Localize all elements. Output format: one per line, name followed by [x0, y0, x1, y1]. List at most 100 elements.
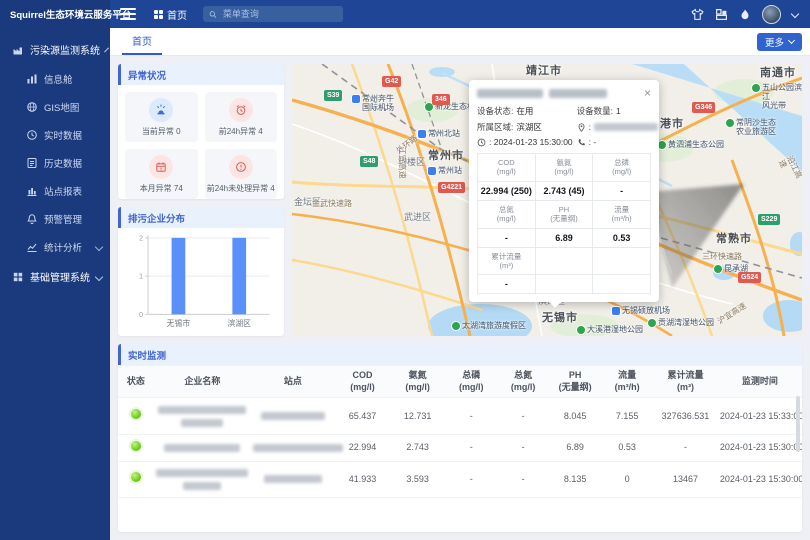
- sidebar-item[interactable]: 历史数据: [0, 149, 110, 177]
- sidebar-item[interactable]: 站点报表: [0, 177, 110, 205]
- sidebar-item[interactable]: 实时数据: [0, 121, 110, 149]
- station-cell: [251, 434, 335, 461]
- tab-bar: 首页 更多: [110, 28, 810, 56]
- popup-metric-header: COD(mg/l): [478, 154, 536, 182]
- factory-icon: [12, 44, 24, 56]
- hamburger-menu-icon[interactable]: [120, 8, 136, 20]
- column-header: COD(mg/l): [335, 366, 390, 398]
- column-header: 氨氮(mg/l): [390, 366, 445, 398]
- value-cell: 6.89: [549, 434, 601, 461]
- siren-icon: [149, 98, 173, 122]
- alert-icon: [26, 213, 38, 225]
- sidebar-item[interactable]: 信息舱: [0, 65, 110, 93]
- sidebar-item[interactable]: 预警管理: [0, 205, 110, 233]
- sidebar-item-label: 历史数据: [44, 156, 82, 170]
- column-header: 流量(m³/h): [601, 366, 653, 398]
- table-row[interactable]: 41.9333.593--8.1350134672024-01-23 15:30…: [118, 461, 802, 497]
- popup-metric-header: [593, 248, 651, 276]
- warning-circle-icon: [229, 155, 253, 179]
- globe-icon: [26, 101, 38, 113]
- home-grid-icon: [154, 10, 163, 19]
- chevron-up-icon: [104, 47, 109, 52]
- device-location: :: [577, 121, 658, 133]
- sidebar-item[interactable]: GIS地图: [0, 93, 110, 121]
- stat-card[interactable]: 本月异常 74: [125, 149, 198, 199]
- close-icon[interactable]: ×: [644, 87, 651, 99]
- user-avatar[interactable]: [762, 5, 781, 24]
- more-button[interactable]: 更多: [757, 33, 802, 51]
- stat-card-label: 前24h未处理异常 4: [207, 183, 275, 194]
- sidebar-item-label: GIS地图: [44, 100, 79, 114]
- value-cell: 12.731: [390, 398, 445, 434]
- popup-metric-value: 6.89: [536, 229, 594, 248]
- stat-card[interactable]: 当前异常 0: [125, 92, 198, 142]
- svg-text:2: 2: [139, 233, 143, 242]
- value-cell: 0.53: [601, 434, 653, 461]
- status-cell: [118, 434, 154, 461]
- tab-home[interactable]: 首页: [122, 28, 162, 55]
- panel-title-abnormal: 异常状况: [118, 64, 284, 85]
- status-ok-dot: [131, 409, 141, 419]
- column-header: 监测时间: [718, 366, 802, 398]
- bar-chart: 012无锡市滨湖区: [118, 228, 284, 336]
- value-cell: 8.045: [549, 398, 601, 434]
- value-cell: 65.437: [335, 398, 390, 434]
- popup-title-redacted: ×: [477, 87, 651, 99]
- sidebar-group[interactable]: 基础管理系统: [0, 261, 110, 292]
- stat-card[interactable]: 前24h异常 4: [205, 92, 278, 142]
- topbar-icons: [691, 5, 810, 24]
- calendar-alert-icon: [155, 161, 167, 173]
- value-cell: -: [445, 434, 497, 461]
- value-cell: 2.743: [390, 434, 445, 461]
- status-ok-dot: [131, 472, 141, 482]
- table-row[interactable]: 65.43712.731--8.0457.155327636.5312024-0…: [118, 398, 802, 434]
- menu-search-input[interactable]: [221, 8, 337, 20]
- alarm-clock-icon: [229, 98, 253, 122]
- sidebar-item-label: 实时数据: [44, 128, 82, 142]
- column-header: PH(无量纲): [549, 366, 601, 398]
- flame-icon[interactable]: [739, 8, 751, 21]
- report-icon: [26, 185, 38, 197]
- company-name-cell: [154, 461, 251, 497]
- value-cell: 327636.531: [653, 398, 718, 434]
- column-header: 企业名称: [154, 366, 251, 398]
- page-content: 异常状况 当前异常 0前24h异常 4本月异常 74前24h未处理异常 4 排污…: [110, 56, 810, 540]
- history-icon: [26, 157, 38, 169]
- status-ok-dot: [131, 441, 141, 451]
- stat-card[interactable]: 前24h未处理异常 4: [205, 149, 278, 199]
- table-row[interactable]: 22.9942.743--6.890.53-2024-01-23 15:30:0…: [118, 434, 802, 461]
- popup-metric-header: PH(无量纲): [536, 201, 594, 229]
- popup-metric-value: -: [478, 229, 536, 248]
- breadcrumb[interactable]: 首页: [154, 7, 187, 22]
- popup-metric-value: -: [478, 275, 536, 294]
- popup-metric-header: 流量(m³/h): [593, 201, 651, 229]
- menu-search[interactable]: [203, 6, 343, 22]
- clock-icon: [477, 138, 486, 147]
- time-cell: 2024-01-23 15:33:00: [718, 398, 802, 434]
- value-cell: -: [653, 434, 718, 461]
- popup-metric-value: 0.53: [593, 229, 651, 248]
- popup-metrics-grid: COD(mg/l)氨氮(mg/l)总磷(mg/l)22.994 (250)2.7…: [477, 153, 651, 294]
- layout-panels-icon[interactable]: [715, 8, 728, 21]
- breadcrumb-home[interactable]: 首页: [167, 7, 187, 22]
- table-scrollbar[interactable]: [796, 396, 800, 452]
- chevron-down-icon[interactable]: [791, 10, 799, 18]
- siren-icon: [155, 104, 167, 116]
- map[interactable]: 靖江市南通市张家港市常州市常熟市无锡市钟楼区滨湖区金坛区武进区新龙生态林黄泗浦生…: [292, 64, 802, 336]
- tab-home-label: 首页: [132, 33, 152, 48]
- sidebar-item[interactable]: 统计分析: [0, 233, 110, 261]
- svg-text:1: 1: [139, 272, 143, 281]
- company-name-cell: [154, 434, 251, 461]
- popup-metric-value: [593, 275, 651, 294]
- theme-skin-icon[interactable]: [691, 8, 704, 21]
- alert-icon: [26, 213, 38, 225]
- map-popup: × 设备状态:在用 设备数量:1 所属区域:滨湖区 :: [469, 80, 659, 302]
- app-logo[interactable]: Squirrel生态环境云服务平台: [0, 0, 110, 28]
- value-cell: 0: [601, 461, 653, 497]
- chevron-down-icon: [95, 243, 103, 251]
- sidebar-group-label: 基础管理系统: [30, 269, 90, 284]
- time-cell: 2024-01-23 15:30:00: [718, 434, 802, 461]
- sidebar-item-label: 统计分析: [44, 240, 82, 254]
- sidebar-group[interactable]: 污染源监测系统: [0, 34, 110, 65]
- popup-metric-header: [536, 248, 594, 276]
